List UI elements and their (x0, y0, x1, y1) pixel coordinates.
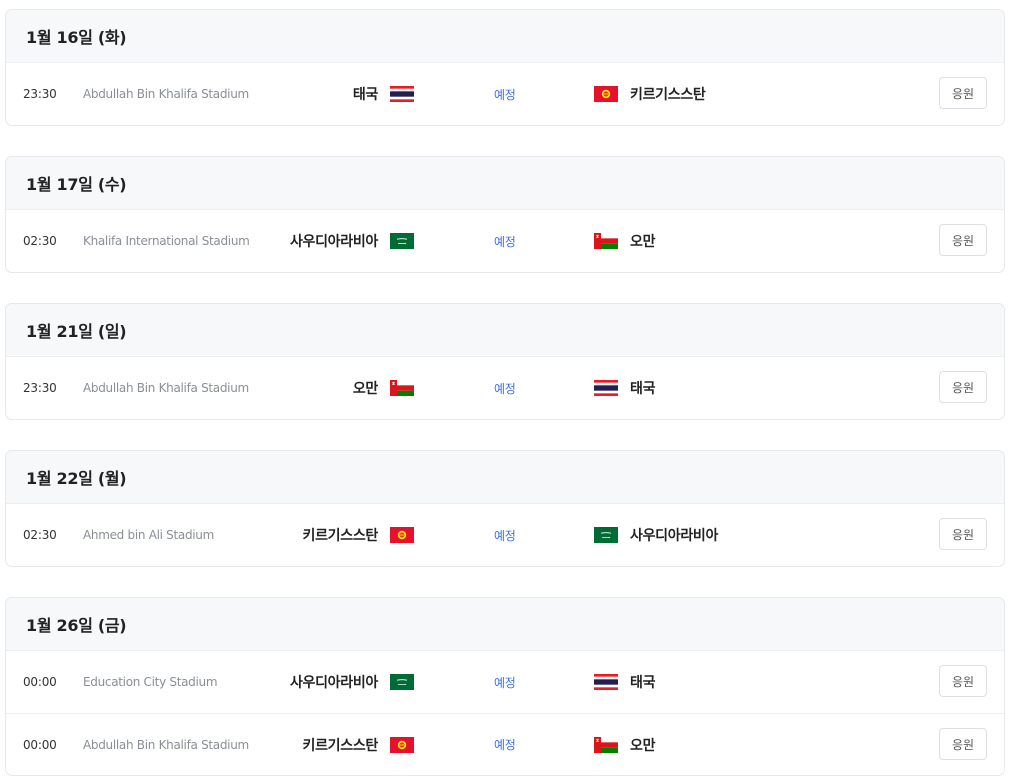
match-stadium: Abdullah Bin Khalifa Stadium (83, 737, 249, 752)
away-team-name: 사우디아라비아 (630, 528, 719, 544)
match-time: 00:00 (23, 675, 57, 689)
away-team-name: 태국 (630, 675, 656, 691)
home-team[interactable]: 오만 (353, 357, 414, 419)
match-stadium: Abdullah Bin Khalifa Stadium (83, 87, 249, 101)
match-stadium: Khalifa International Stadium (83, 234, 250, 248)
home-team[interactable]: 사우디아라비아 (290, 651, 414, 713)
home-team-name: 사우디아라비아 (289, 234, 378, 250)
away-team-name: 오만 (630, 737, 656, 754)
home-team-name: 태국 (352, 87, 378, 103)
oman-flag-icon (390, 380, 414, 396)
home-team-name: 오만 (352, 381, 378, 397)
match-row[interactable]: 00:00 Abdullah Bin Khalifa Stadium 키르기스스… (6, 713, 1004, 775)
away-team[interactable]: 태국 (594, 651, 655, 713)
cheer-button[interactable]: 응원 (939, 665, 987, 697)
away-team[interactable]: 오만 (594, 210, 655, 272)
home-team[interactable]: 태국 (353, 63, 414, 125)
match-time: 23:30 (23, 381, 57, 395)
match-row[interactable]: 02:30 Khalifa International Stadium 사우디아… (6, 210, 1004, 272)
match-time: 02:30 (23, 234, 57, 248)
home-team-name: 사우디아라비아 (289, 675, 378, 691)
day-date-header: 1월 21일 (일) (6, 304, 1004, 357)
match-row[interactable]: 00:00 Education City Stadium 사우디아라비아 예정 … (6, 651, 1004, 713)
oman-flag-icon (594, 736, 618, 753)
day-card: 1월 26일 (금) 00:00 Education City Stadium … (5, 597, 1005, 776)
home-team[interactable]: 키르기스스탄 (303, 504, 414, 566)
oman-flag-icon (594, 233, 618, 249)
away-team[interactable]: 오만 (594, 714, 655, 775)
match-row[interactable]: 02:30 Ahmed bin Ali Stadium 키르기스스탄 예정 사우… (6, 504, 1004, 566)
cheer-button[interactable]: 응원 (939, 371, 987, 403)
thailand-flag-icon (594, 380, 618, 396)
day-date-header: 1월 17일 (수) (6, 157, 1004, 210)
day-card: 1월 16일 (화) 23:30 Abdullah Bin Khalifa St… (5, 9, 1005, 126)
match-status: 예정 (494, 528, 516, 543)
home-team[interactable]: 사우디아라비아 (290, 210, 414, 272)
match-row[interactable]: 23:30 Abdullah Bin Khalifa Stadium 오만 예정… (6, 357, 1004, 419)
away-team[interactable]: 태국 (594, 357, 655, 419)
day-date-header: 1월 26일 (금) (6, 598, 1004, 651)
kyrgyzstan-flag-icon (594, 86, 618, 102)
day-date-header: 1월 22일 (월) (6, 451, 1004, 504)
away-team[interactable]: 키르기스스탄 (594, 63, 706, 125)
match-status: 예정 (494, 738, 516, 752)
match-time: 23:30 (23, 87, 57, 101)
day-card: 1월 17일 (수) 02:30 Khalifa International S… (5, 156, 1005, 273)
home-team-name: 키르기스스탄 (302, 528, 379, 544)
saudi-arabia-flag-icon (594, 527, 618, 543)
away-team-name: 오만 (630, 234, 656, 250)
home-team[interactable]: 키르기스스탄 (303, 714, 414, 775)
away-team[interactable]: 사우디아라비아 (594, 504, 718, 566)
match-status: 예정 (494, 234, 516, 249)
cheer-button[interactable]: 응원 (939, 728, 987, 760)
match-stadium: Ahmed bin Ali Stadium (83, 528, 215, 542)
kyrgyzstan-flag-icon (390, 736, 414, 753)
match-time: 02:30 (23, 528, 57, 542)
saudi-arabia-flag-icon (390, 674, 414, 690)
day-card: 1월 21일 (일) 23:30 Abdullah Bin Khalifa St… (5, 303, 1005, 420)
match-time: 00:00 (23, 737, 57, 752)
kyrgyzstan-flag-icon (390, 527, 414, 543)
cheer-button[interactable]: 응원 (939, 518, 987, 550)
match-status: 예정 (494, 675, 516, 690)
home-team-name: 키르기스스탄 (302, 737, 379, 754)
thailand-flag-icon (390, 86, 414, 102)
match-status: 예정 (494, 87, 516, 102)
cheer-button[interactable]: 응원 (939, 224, 987, 256)
match-stadium: Education City Stadium (83, 675, 218, 689)
day-card: 1월 22일 (월) 02:30 Ahmed bin Ali Stadium 키… (5, 450, 1005, 567)
saudi-arabia-flag-icon (390, 233, 414, 249)
away-team-name: 키르기스스탄 (630, 87, 706, 103)
match-status: 예정 (494, 381, 516, 396)
match-stadium: Abdullah Bin Khalifa Stadium (83, 381, 249, 395)
cheer-button[interactable]: 응원 (939, 77, 987, 109)
day-date-header: 1월 16일 (화) (6, 10, 1004, 63)
match-row[interactable]: 23:30 Abdullah Bin Khalifa Stadium 태국 예정… (6, 63, 1004, 125)
thailand-flag-icon (594, 674, 618, 690)
away-team-name: 태국 (630, 381, 656, 397)
